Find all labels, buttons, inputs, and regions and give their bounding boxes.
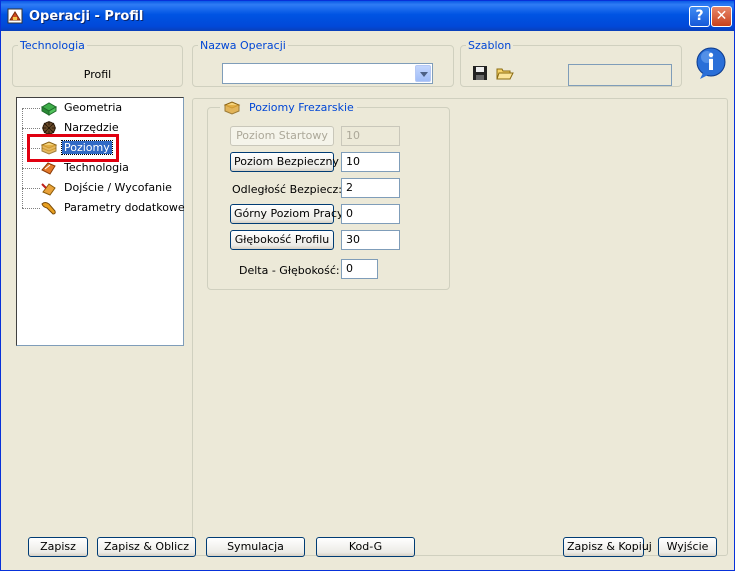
nazwa-operacji-group: Nazwa Operacji [192,39,454,87]
levels-panel: Poziomy Frezarskie Poziom Startowy 10 Po… [192,98,728,556]
zapisz-button[interactable]: Zapisz [28,537,88,557]
help-button[interactable]: ? [689,6,710,27]
approach-icon [41,183,56,196]
params-icon [41,202,56,215]
zapisz-oblicz-button[interactable]: Zapisz & Oblicz [97,537,196,557]
tree-connector-line [22,108,23,208]
title-bar[interactable]: Operacji - Profil ? ✕ [1,1,734,31]
tree-item-label: Parametry dodatkowe [64,201,185,214]
nazwa-operacji-legend: Nazwa Operacji [200,39,286,52]
group-title: Poziomy Frezarskie [220,100,357,116]
poziom-startowy-button[interactable]: Poziom Startowy [230,126,334,146]
odleglosc-field[interactable]: 2 [341,178,400,198]
technology-icon [41,162,56,175]
gorny-poziom-button[interactable]: Górny Poziom Pracy [230,204,344,224]
app-icon [7,8,23,24]
gorny-poziom-field[interactable]: 0 [341,204,400,224]
symulacja-button[interactable]: Symulacja [206,537,305,557]
szablon-field[interactable] [568,64,672,86]
tree-item-label: Technologia [64,161,129,174]
technologia-group: Technologia Profil [12,39,183,87]
poziomy-frezarskie-group: Poziomy Frezarskie Poziom Startowy 10 Po… [207,100,450,290]
levels-icon [223,101,241,115]
window-title: Operacji - Profil [29,9,144,24]
dialog-content: Technologia Profil Nazwa Operacji Szablo… [5,31,732,569]
zapisz-kopiuj-button[interactable]: Zapisz & Kopiuj [563,537,652,557]
odleglosc-label: Odległość Bezpiecz: [232,183,342,196]
save-icon[interactable] [472,65,488,81]
delta-field[interactable]: 0 [341,259,378,279]
open-folder-icon[interactable] [496,65,514,81]
poziom-startowy-field[interactable]: 10 [341,126,400,146]
technologia-value: Profil [83,68,112,81]
szablon-group: Szablon [460,39,682,87]
glebokosc-field[interactable]: 30 [341,230,400,250]
tree-item-label: Narzędzie [64,121,119,134]
info-icon[interactable] [694,46,728,80]
technologia-legend: Technologia [20,39,85,52]
nazwa-operacji-combo[interactable] [222,63,433,84]
poziom-bezpieczny-field[interactable]: 10 [341,152,400,172]
wyjscie-button[interactable]: Wyjście [658,537,717,557]
tree-item-label: Dojście / Wycofanie [64,181,172,194]
tree-item-label: Geometria [64,101,123,114]
kod-g-button[interactable]: Kod-G [316,537,415,557]
close-button[interactable]: ✕ [711,6,732,27]
dialog-window: Operacji - Profil ? ✕ Technologia Profil… [0,0,735,571]
geometry-icon [40,102,58,116]
poziom-bezpieczny-button[interactable]: Poziom Bezpieczny [230,152,339,172]
szablon-legend: Szablon [468,39,512,52]
selection-highlight-box [27,134,119,162]
chevron-down-icon[interactable] [415,65,431,82]
group-title-text: Poziomy Frezarskie [249,101,354,114]
delta-label: Delta - Głębokość: [239,264,340,277]
glebokosc-button[interactable]: Głębokość Profilu [230,230,334,250]
